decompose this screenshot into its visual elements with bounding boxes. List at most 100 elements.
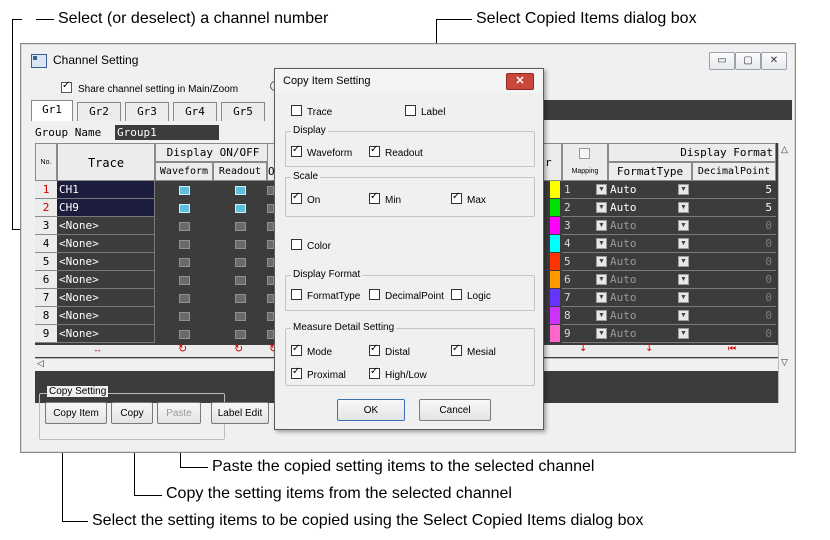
trace-cell[interactable]: <None> — [57, 325, 155, 343]
readout-toggle[interactable] — [235, 276, 246, 285]
decimal-point-cell[interactable]: 0 — [692, 253, 776, 271]
chevron-down-icon[interactable]: ▼ — [596, 292, 607, 303]
decimal-point-cell[interactable]: 0 — [692, 325, 776, 343]
scroll-down-icon[interactable]: ▽ — [781, 357, 788, 368]
label-edit-button[interactable]: Label Edit — [211, 402, 269, 424]
decimal-point-checkbox[interactable]: DecimalPoint — [369, 289, 444, 302]
tab-gr4[interactable]: Gr4 — [173, 102, 217, 121]
waveform-toggle[interactable] — [179, 276, 190, 285]
partial-toggle[interactable] — [267, 294, 274, 303]
mapping-checkbox[interactable] — [579, 148, 590, 159]
row-number[interactable]: 2 — [35, 199, 57, 217]
decimal-point-cell[interactable]: 0 — [692, 271, 776, 289]
decimal-point-cell[interactable]: 5 — [692, 199, 776, 217]
chevron-down-icon[interactable]: ▼ — [596, 274, 607, 285]
scale-min-checkbox[interactable]: Min — [369, 191, 401, 206]
row-number[interactable]: 1 — [35, 181, 57, 199]
down-arrow-icon[interactable]: ↧ — [645, 343, 653, 354]
color-swatch[interactable] — [550, 289, 560, 306]
scale-on-checkbox[interactable]: On — [291, 191, 320, 206]
chevron-down-icon[interactable]: ▼ — [678, 184, 689, 195]
chevron-down-icon[interactable]: ▼ — [596, 184, 607, 195]
trace-checkbox[interactable]: Trace — [291, 105, 332, 118]
tab-gr1[interactable]: Gr1 — [31, 100, 73, 121]
color-swatch[interactable] — [550, 253, 560, 270]
down-arrow-icon[interactable]: ↧ — [579, 343, 587, 354]
dialog-close-button[interactable]: ✕ — [506, 73, 534, 90]
tab-gr2[interactable]: Gr2 — [77, 102, 121, 121]
chevron-down-icon[interactable]: ▼ — [678, 256, 689, 267]
waveform-toggle[interactable] — [179, 186, 190, 195]
mesial-checkbox[interactable]: Mesial — [451, 343, 496, 358]
chevron-down-icon[interactable]: ▼ — [596, 310, 607, 321]
partial-toggle[interactable] — [267, 222, 274, 231]
chevron-down-icon[interactable]: ▼ — [596, 202, 607, 213]
chevron-down-icon[interactable]: ▼ — [678, 310, 689, 321]
waveform-checkbox[interactable]: Waveform — [291, 144, 352, 159]
logic-checkbox[interactable]: Logic — [451, 289, 491, 302]
mode-checkbox[interactable]: Mode — [291, 343, 332, 358]
waveform-toggle[interactable] — [179, 294, 190, 303]
scroll-up-icon[interactable]: △ — [781, 144, 788, 155]
readout-toggle[interactable] — [235, 312, 246, 321]
color-swatch[interactable] — [550, 325, 560, 342]
readout-checkbox[interactable]: Readout — [369, 144, 423, 159]
color-swatch[interactable] — [550, 235, 560, 252]
waveform-toggle[interactable] — [179, 204, 190, 213]
waveform-toggle[interactable] — [179, 312, 190, 321]
chevron-down-icon[interactable]: ▼ — [596, 220, 607, 231]
dialog-titlebar[interactable]: Copy Item Setting ✕ — [275, 69, 543, 93]
waveform-toggle[interactable] — [179, 330, 190, 339]
close-button[interactable]: ✕ — [761, 52, 787, 70]
row-number[interactable]: 7 — [35, 289, 57, 307]
chevron-down-icon[interactable]: ▼ — [596, 238, 607, 249]
partial-toggle[interactable] — [267, 276, 274, 285]
copy-item-button[interactable]: Copy Item — [45, 402, 107, 424]
chevron-down-icon[interactable]: ▼ — [678, 292, 689, 303]
row-number[interactable]: 4 — [35, 235, 57, 253]
color-swatch[interactable] — [550, 307, 560, 324]
partial-toggle[interactable] — [267, 330, 274, 339]
readout-toggle[interactable] — [235, 204, 246, 213]
format-type-checkbox[interactable]: FormatType — [291, 289, 360, 302]
color-swatch[interactable] — [550, 181, 560, 198]
highlow-checkbox[interactable]: High/Low — [369, 366, 427, 381]
color-swatch[interactable] — [550, 271, 560, 288]
color-swatch[interactable] — [550, 199, 560, 216]
partial-toggle[interactable] — [267, 312, 274, 321]
chevron-down-icon[interactable]: ▼ — [596, 328, 607, 339]
decimal-point-cell[interactable]: 0 — [692, 289, 776, 307]
row-number[interactable]: 8 — [35, 307, 57, 325]
waveform-toggle[interactable] — [179, 240, 190, 249]
trace-cell[interactable]: CH9 — [57, 199, 155, 217]
row-number[interactable]: 5 — [35, 253, 57, 271]
group-name-input[interactable]: Group1 — [115, 125, 219, 140]
chevron-down-icon[interactable]: ▼ — [596, 256, 607, 267]
row-number[interactable]: 3 — [35, 217, 57, 235]
cancel-button[interactable]: Cancel — [419, 399, 491, 421]
decimal-point-cell[interactable]: 0 — [692, 307, 776, 325]
chevron-down-icon[interactable]: ▼ — [678, 202, 689, 213]
readout-toggle[interactable] — [235, 240, 246, 249]
scroll-left-icon[interactable]: ◁ — [37, 358, 44, 369]
waveform-toggle[interactable] — [179, 222, 190, 231]
waveform-toggle[interactable] — [179, 258, 190, 267]
row-number[interactable]: 9 — [35, 325, 57, 343]
color-checkbox[interactable]: Color — [291, 239, 331, 252]
chevron-down-icon[interactable]: ▼ — [678, 220, 689, 231]
maximize-button[interactable]: ▢ — [735, 52, 761, 70]
vertical-scrollbar[interactable]: △ ▽ — [778, 143, 793, 403]
trace-cell[interactable]: CH1 — [57, 181, 155, 199]
trace-cell[interactable]: <None> — [57, 235, 155, 253]
chevron-down-icon[interactable]: ▼ — [678, 274, 689, 285]
trace-cell[interactable]: <None> — [57, 271, 155, 289]
trace-cell[interactable]: <None> — [57, 307, 155, 325]
refresh-icon[interactable]: ↻ — [178, 342, 187, 355]
row-number[interactable]: 6 — [35, 271, 57, 289]
share-setting-checkbox[interactable]: Share channel setting in Main/Zoom — [61, 80, 238, 95]
chevron-down-icon[interactable]: ▼ — [678, 238, 689, 249]
trace-cell[interactable]: <None> — [57, 253, 155, 271]
trace-cell[interactable]: <None> — [57, 289, 155, 307]
partial-toggle[interactable] — [267, 240, 274, 249]
tab-gr3[interactable]: Gr3 — [125, 102, 169, 121]
